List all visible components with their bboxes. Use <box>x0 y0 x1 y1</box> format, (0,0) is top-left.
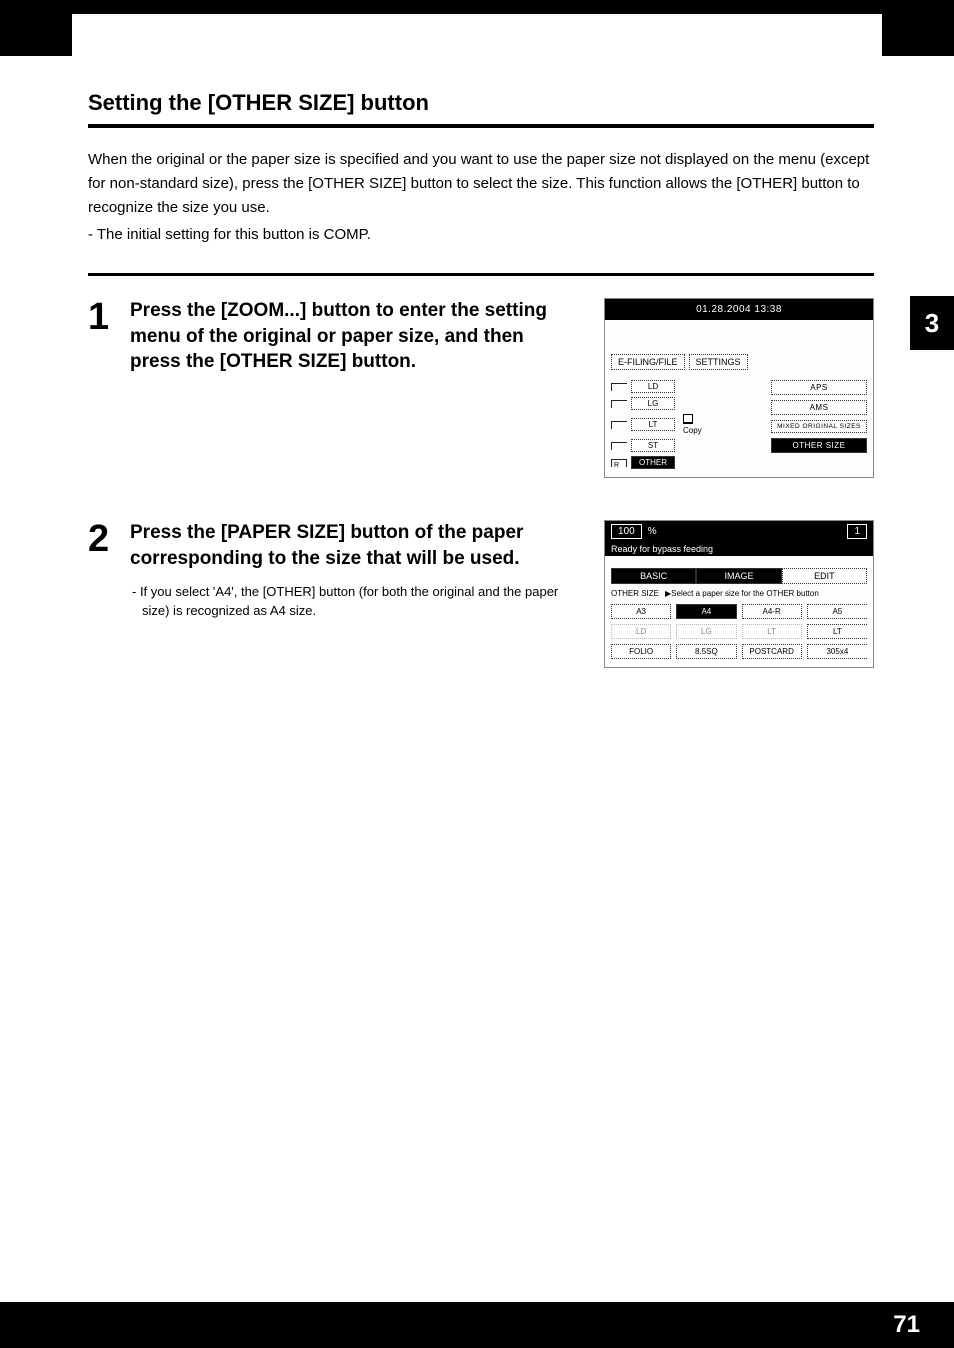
scr2-header: 100 % 1 <box>605 521 873 542</box>
screenshot-1: 01.28.2004 13:38 E-FILING/FILE SETTINGS … <box>604 298 874 478</box>
scr2-hint-text: ▶Select a paper size for the OTHER butto… <box>665 589 867 598</box>
scr2-count: 1 <box>847 524 867 539</box>
step-2: 2 Press the [PAPER SIZE] button of the p… <box>88 520 570 621</box>
scr2-size-postcard[interactable]: POSTCARD <box>742 644 802 659</box>
scr2-size-lg[interactable]: LG <box>676 624 736 639</box>
step-2-row: 2 Press the [PAPER SIZE] button of the p… <box>88 520 874 668</box>
scr1-copy-label: Copy <box>683 426 702 435</box>
scr2-size-a4[interactable]: A4 <box>676 604 736 619</box>
page-footer: 71 <box>0 1302 954 1348</box>
tray-icon: R <box>611 459 627 467</box>
scr2-size-a4r[interactable]: A4-R <box>742 604 802 619</box>
scr2-size-a3[interactable]: A3 <box>611 604 671 619</box>
scr1-btn-other-size[interactable]: OTHER SIZE <box>771 438 867 453</box>
scr1-tab-settings[interactable]: SETTINGS <box>689 354 748 370</box>
chapter-side-tab: 3 <box>910 296 954 350</box>
scr2-size-folio[interactable]: FOLIO <box>611 644 671 659</box>
screenshot-2: 100 % 1 Ready for bypass feeding BASIC I… <box>604 520 874 668</box>
scr2-size-ltr[interactable]: LT <box>807 624 867 639</box>
step-1-number: 1 <box>88 298 116 336</box>
scr2-tab-basic[interactable]: BASIC <box>611 568 696 584</box>
scr2-hint-label: OTHER SIZE <box>611 589 659 598</box>
step-2-sub: - If you select 'A4', the [OTHER] button… <box>130 583 570 621</box>
intro-paragraph: When the original or the paper size is s… <box>88 148 874 220</box>
header-white-inset <box>72 14 882 70</box>
scr2-status: Ready for bypass feeding <box>605 542 873 556</box>
tray-icon <box>611 400 627 408</box>
scr2-size-305x4[interactable]: 305x4 <box>807 644 867 659</box>
scr1-btn-ams[interactable]: AMS <box>771 400 867 415</box>
step-2-number: 2 <box>88 520 116 558</box>
scr1-opt-other[interactable]: OTHER <box>631 456 675 469</box>
section-title: Setting the [OTHER SIZE] button <box>88 90 874 116</box>
steps-rule <box>88 273 874 276</box>
scr2-size-ld[interactable]: LD <box>611 624 671 639</box>
scr1-opt-lt[interactable]: LT <box>631 418 675 431</box>
step-1-row: 1 Press the [ZOOM...] button to enter th… <box>88 298 874 478</box>
scr2-percent: % <box>648 526 657 537</box>
copy-page-icon <box>683 414 693 424</box>
scr1-tab-efiling[interactable]: E-FILING/FILE <box>611 354 685 370</box>
tray-icon <box>611 383 627 391</box>
tray-icon <box>611 442 627 450</box>
scr1-tray-r: R <box>614 462 619 469</box>
scr2-tab-edit[interactable]: EDIT <box>782 568 867 584</box>
scr1-datetime: 01.28.2004 13:38 <box>605 299 873 320</box>
scr2-size-85sq[interactable]: 8.5SQ <box>676 644 736 659</box>
page-number: 71 <box>893 1311 920 1339</box>
step-2-heading: Press the [PAPER SIZE] button of the pap… <box>130 520 570 571</box>
section-rule <box>88 124 874 128</box>
scr1-btn-aps[interactable]: APS <box>771 380 867 395</box>
intro-note: - The initial setting for this button is… <box>88 226 874 243</box>
scr1-btn-mixed[interactable]: MIXED ORIGINAL SIZES <box>771 420 867 433</box>
scr2-size-a5[interactable]: A5 <box>807 604 867 619</box>
scr1-opt-lg[interactable]: LG <box>631 397 675 410</box>
step-1: 1 Press the [ZOOM...] button to enter th… <box>88 298 570 375</box>
scr1-opt-ld[interactable]: LD <box>631 380 675 393</box>
scr2-tab-image[interactable]: IMAGE <box>696 568 781 584</box>
scr1-opt-st[interactable]: ST <box>631 439 675 452</box>
scr2-zoom: 100 <box>611 524 642 539</box>
scr2-size-lt[interactable]: LT <box>742 624 802 639</box>
step-1-heading: Press the [ZOOM...] button to enter the … <box>130 298 570 375</box>
tray-icon <box>611 421 627 429</box>
